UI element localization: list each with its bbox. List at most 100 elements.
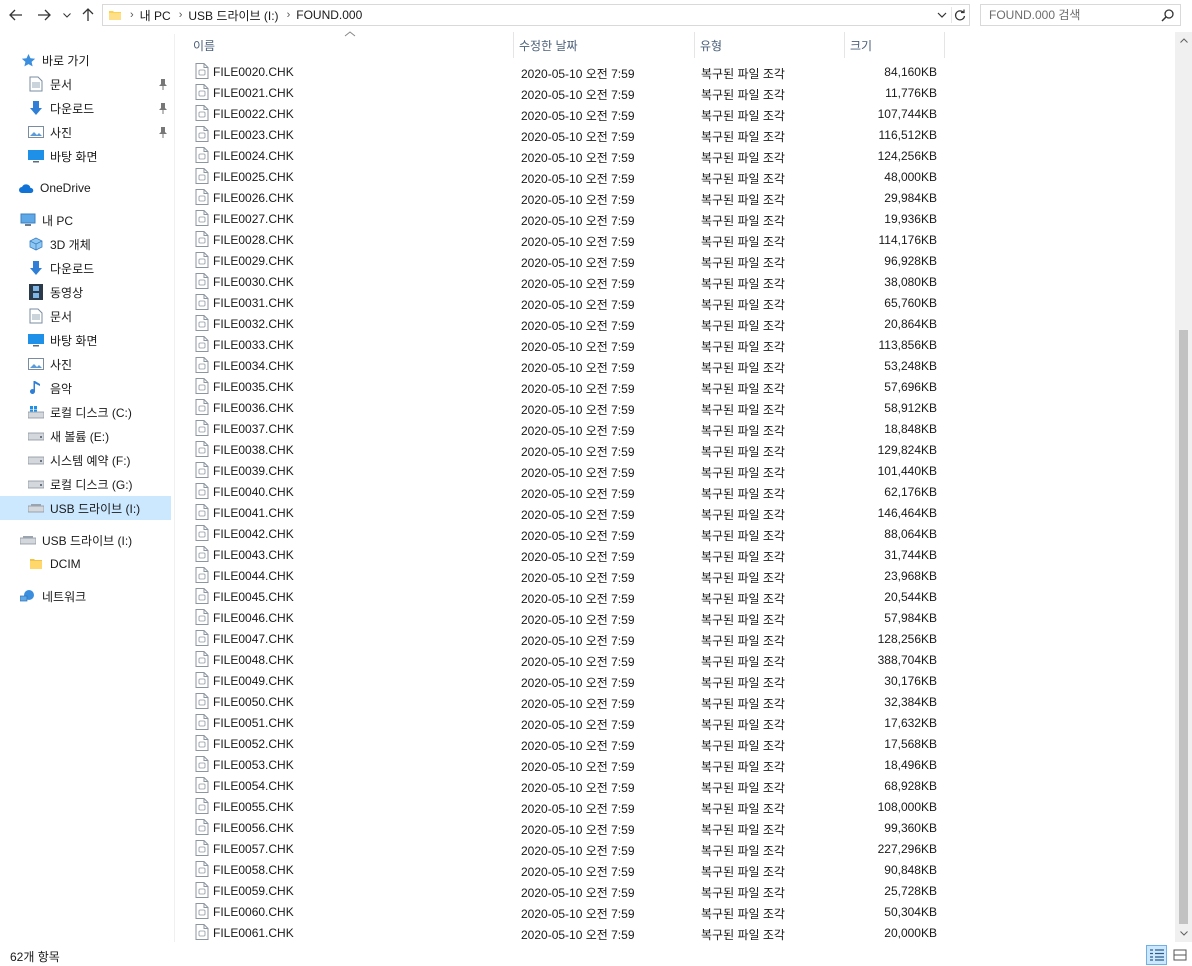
sidebar-item-downloads-pinned[interactable]: 다운로드: [28, 96, 94, 120]
file-row[interactable]: FILE0049.CHK 2020-05-10 오전 7:59 복구된 파일 조각 3…: [188, 670, 944, 691]
file-row[interactable]: FILE0039.CHK 2020-05-10 오전 7:59 복구된 파일 조각 1…: [188, 460, 944, 481]
file-type: 복구된 파일 조각: [701, 697, 785, 711]
breadcrumb-found-000[interactable]: FOUND.000: [296, 8, 362, 22]
file-row[interactable]: FILE0047.CHK 2020-05-10 오전 7:59 복구된 파일 조각 1…: [188, 628, 944, 649]
column-header-size[interactable]: 크기: [845, 32, 945, 58]
file-row[interactable]: FILE0046.CHK 2020-05-10 오전 7:59 복구된 파일 조각 5…: [188, 607, 944, 628]
sidebar-item-pictures[interactable]: 사진: [28, 352, 72, 376]
sidebar-item-new-volume-e[interactable]: 새 볼륨 (E:): [28, 424, 109, 448]
sidebar-item-dcim[interactable]: DCIM: [28, 552, 81, 576]
refresh-button[interactable]: [951, 7, 967, 23]
file-row[interactable]: FILE0061.CHK 2020-05-10 오전 7:59 복구된 파일 조각 2…: [188, 922, 944, 943]
sidebar-item-onedrive[interactable]: OneDrive: [18, 176, 91, 200]
file-row[interactable]: FILE0025.CHK 2020-05-10 오전 7:59 복구된 파일 조각 4…: [188, 166, 944, 187]
file-row[interactable]: FILE0028.CHK 2020-05-10 오전 7:59 복구된 파일 조각 1…: [188, 229, 944, 250]
sidebar-item-downloads[interactable]: 다운로드: [28, 256, 94, 280]
sidebar-item-usb-drive-i[interactable]: USB 드라이브 (I:): [0, 496, 171, 520]
file-row[interactable]: FILE0030.CHK 2020-05-10 오전 7:59 복구된 파일 조각 3…: [188, 271, 944, 292]
file-row[interactable]: FILE0035.CHK 2020-05-10 오전 7:59 복구된 파일 조각 5…: [188, 376, 944, 397]
file-row[interactable]: FILE0048.CHK 2020-05-10 오전 7:59 복구된 파일 조각 3…: [188, 649, 944, 670]
file-row[interactable]: FILE0027.CHK 2020-05-10 오전 7:59 복구된 파일 조각 1…: [188, 208, 944, 229]
forward-button[interactable]: [34, 5, 54, 25]
file-row[interactable]: FILE0037.CHK 2020-05-10 오전 7:59 복구된 파일 조각 1…: [188, 418, 944, 439]
back-button[interactable]: [6, 5, 26, 25]
file-row[interactable]: FILE0056.CHK 2020-05-10 오전 7:59 복구된 파일 조각 9…: [188, 817, 944, 838]
sidebar-item-3d-objects[interactable]: 3D 개체: [28, 232, 91, 256]
scroll-thumb[interactable]: [1179, 330, 1188, 924]
file-row[interactable]: FILE0021.CHK 2020-05-10 오전 7:59 복구된 파일 조각 1…: [188, 82, 944, 103]
search-input[interactable]: [989, 8, 1159, 22]
file-row[interactable]: FILE0031.CHK 2020-05-10 오전 7:59 복구된 파일 조각 6…: [188, 292, 944, 313]
sidebar-item-local-disk-g[interactable]: 로컬 디스크 (G:): [28, 472, 133, 496]
file-row[interactable]: FILE0026.CHK 2020-05-10 오전 7:59 복구된 파일 조각 2…: [188, 187, 944, 208]
file-row[interactable]: FILE0044.CHK 2020-05-10 오전 7:59 복구된 파일 조각 2…: [188, 565, 944, 586]
file-row[interactable]: FILE0029.CHK 2020-05-10 오전 7:59 복구된 파일 조각 9…: [188, 250, 944, 271]
file-row[interactable]: FILE0036.CHK 2020-05-10 오전 7:59 복구된 파일 조각 5…: [188, 397, 944, 418]
file-row[interactable]: FILE0054.CHK 2020-05-10 오전 7:59 복구된 파일 조각 6…: [188, 775, 944, 796]
file-row[interactable]: FILE0057.CHK 2020-05-10 오전 7:59 복구된 파일 조각 2…: [188, 838, 944, 859]
file-row[interactable]: FILE0023.CHK 2020-05-10 오전 7:59 복구된 파일 조각 1…: [188, 124, 944, 145]
up-button[interactable]: [78, 5, 98, 25]
file-size: 101,440KB: [877, 464, 937, 478]
file-row[interactable]: FILE0033.CHK 2020-05-10 오전 7:59 복구된 파일 조각 1…: [188, 334, 944, 355]
sidebar-item-documents[interactable]: 문서: [28, 304, 72, 328]
sidebar-item-network[interactable]: 네트워크: [20, 584, 86, 608]
chk-file-icon: [195, 714, 209, 730]
address-bar[interactable]: › 내 PC › USB 드라이브 (I:) › FOUND.000: [102, 4, 970, 26]
sidebar-item-this-pc[interactable]: 내 PC: [20, 208, 73, 232]
file-row[interactable]: FILE0060.CHK 2020-05-10 오전 7:59 복구된 파일 조각 5…: [188, 901, 944, 922]
file-row[interactable]: FILE0022.CHK 2020-05-10 오전 7:59 복구된 파일 조각 1…: [188, 103, 944, 124]
sidebar-item-music[interactable]: 음악: [28, 376, 72, 400]
file-row[interactable]: FILE0042.CHK 2020-05-10 오전 7:59 복구된 파일 조각 8…: [188, 523, 944, 544]
file-row[interactable]: FILE0024.CHK 2020-05-10 오전 7:59 복구된 파일 조각 1…: [188, 145, 944, 166]
vertical-scrollbar[interactable]: [1175, 32, 1192, 942]
file-row[interactable]: FILE0052.CHK 2020-05-10 오전 7:59 복구된 파일 조각 1…: [188, 733, 944, 754]
chk-file-icon: [195, 672, 209, 688]
details-view-button[interactable]: [1146, 945, 1167, 965]
file-row[interactable]: FILE0055.CHK 2020-05-10 오전 7:59 복구된 파일 조각 1…: [188, 796, 944, 817]
sidebar-item-desktop[interactable]: 바탕 화면: [28, 328, 98, 352]
file-row[interactable]: FILE0038.CHK 2020-05-10 오전 7:59 복구된 파일 조각 1…: [188, 439, 944, 460]
file-row[interactable]: FILE0050.CHK 2020-05-10 오전 7:59 복구된 파일 조각 3…: [188, 691, 944, 712]
large-icons-view-button[interactable]: [1170, 945, 1190, 965]
sidebar-item-desktop-pinned[interactable]: 바탕 화면: [28, 144, 98, 168]
column-header-type[interactable]: 유형: [695, 32, 845, 58]
file-row[interactable]: FILE0041.CHK 2020-05-10 오전 7:59 복구된 파일 조각 1…: [188, 502, 944, 523]
file-row[interactable]: FILE0034.CHK 2020-05-10 오전 7:59 복구된 파일 조각 5…: [188, 355, 944, 376]
item-count: 62개 항목: [10, 950, 60, 964]
file-row[interactable]: FILE0051.CHK 2020-05-10 오전 7:59 복구된 파일 조각 1…: [188, 712, 944, 733]
file-type: 복구된 파일 조각: [701, 907, 785, 921]
sidebar-item-usb-drive-i-root[interactable]: USB 드라이브 (I:): [20, 528, 132, 552]
address-history-dropdown[interactable]: [935, 8, 949, 22]
pane-divider[interactable]: [174, 34, 175, 942]
scroll-down-button[interactable]: [1175, 925, 1192, 942]
column-header-name[interactable]: 이름: [188, 32, 514, 58]
sidebar-item-local-disk-c[interactable]: 로컬 디스크 (C:): [28, 400, 132, 424]
file-name: FILE0030.CHK: [213, 275, 294, 289]
file-row[interactable]: FILE0058.CHK 2020-05-10 오전 7:59 복구된 파일 조각 9…: [188, 859, 944, 880]
sidebar-item-pictures-pinned[interactable]: 사진: [28, 120, 72, 144]
file-row[interactable]: FILE0045.CHK 2020-05-10 오전 7:59 복구된 파일 조각 2…: [188, 586, 944, 607]
file-modified-date: 2020-05-10 오전 7:59: [521, 613, 635, 627]
scroll-up-button[interactable]: [1175, 32, 1192, 49]
column-header-date[interactable]: 수정한 날짜: [514, 32, 695, 58]
file-row[interactable]: FILE0032.CHK 2020-05-10 오전 7:59 복구된 파일 조각 2…: [188, 313, 944, 334]
file-row[interactable]: FILE0053.CHK 2020-05-10 오전 7:59 복구된 파일 조각 1…: [188, 754, 944, 775]
file-modified-date: 2020-05-10 오전 7:59: [521, 802, 635, 816]
file-type: 복구된 파일 조각: [701, 592, 785, 606]
sidebar-item-quick-access[interactable]: 바로 가기: [20, 48, 90, 72]
search-box[interactable]: [980, 4, 1181, 26]
sidebar-item-documents-pinned[interactable]: 문서: [28, 72, 72, 96]
file-modified-date: 2020-05-10 오전 7:59: [521, 697, 635, 711]
file-row[interactable]: FILE0043.CHK 2020-05-10 오전 7:59 복구된 파일 조각 3…: [188, 544, 944, 565]
recent-locations-button[interactable]: [60, 5, 74, 25]
file-row[interactable]: FILE0040.CHK 2020-05-10 오전 7:59 복구된 파일 조각 6…: [188, 481, 944, 502]
sidebar-item-videos[interactable]: 동영상: [28, 280, 83, 304]
breadcrumb-usb-drive[interactable]: USB 드라이브 (I:): [188, 7, 278, 24]
search-icon[interactable]: [1161, 8, 1175, 22]
breadcrumb-this-pc[interactable]: 내 PC: [140, 7, 171, 24]
file-modified-date: 2020-05-10 오전 7:59: [521, 676, 635, 690]
file-row[interactable]: FILE0020.CHK 2020-05-10 오전 7:59 복구된 파일 조각 8…: [188, 61, 944, 82]
sidebar-item-system-reserved-f[interactable]: 시스템 예약 (F:): [28, 448, 131, 472]
file-row[interactable]: FILE0059.CHK 2020-05-10 오전 7:59 복구된 파일 조각 2…: [188, 880, 944, 901]
